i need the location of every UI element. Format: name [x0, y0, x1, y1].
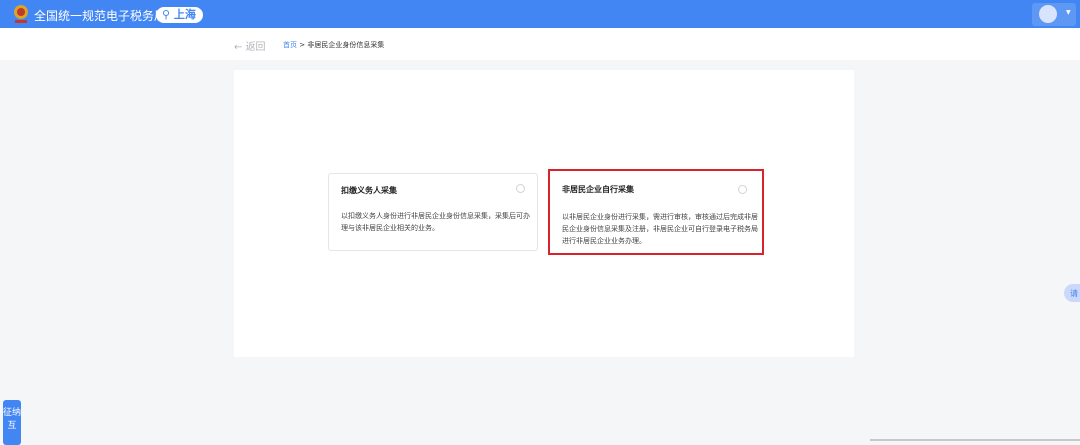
floating-service-tab[interactable]: 征纳互: [3, 400, 21, 445]
back-label: 返回: [245, 42, 266, 53]
option-description: 以扣缴义务人身份进行非居民企业身份信息采集，采集后可办理与该非居民企业相关的业务…: [341, 212, 530, 232]
option-radio[interactable]: [516, 184, 525, 193]
breadcrumb-current: 非居民企业身份信息采集: [307, 41, 385, 49]
option-radio[interactable]: [738, 185, 747, 194]
tax-emblem-logo: [14, 5, 28, 23]
city-selector[interactable]: ⚲ 上海: [156, 7, 203, 23]
breadcrumb: 首页 > 非居民企业身份信息采集: [283, 40, 384, 50]
chevron-down-icon: ▼: [1066, 9, 1071, 16]
location-icon: ⚲: [162, 8, 174, 21]
option-description: 以非居民企业身份进行采集，需进行审核，审核通过后完成非居民企业身份信息采集及注册…: [562, 213, 758, 245]
user-menu[interactable]: ▼: [1032, 3, 1076, 26]
city-label: 上海: [173, 8, 196, 21]
user-avatar-icon: [1039, 5, 1057, 23]
arrow-left-icon: ←: [234, 42, 246, 53]
option-title: 非居民企业自行采集: [562, 185, 634, 194]
back-button[interactable]: ← 返回: [234, 38, 266, 53]
breadcrumb-separator: >: [299, 41, 306, 49]
site-title: 全国统一规范电子税务局: [34, 9, 167, 23]
floating-help-tab[interactable]: 请: [1064, 284, 1080, 302]
breadcrumb-bar: ← 返回 首页 > 非居民企业身份信息采集: [0, 28, 1080, 60]
breadcrumb-home[interactable]: 首页: [283, 41, 297, 49]
option-withholding-agent[interactable]: 扣缴义务人采集 以扣缴义务人身份进行非居民企业身份信息采集，采集后可办理与该非居…: [328, 173, 538, 251]
option-self-collection[interactable]: 非居民企业自行采集 以非居民企业身份进行采集，需进行审核，审核通过后完成非居民企…: [548, 169, 764, 255]
top-header: 全国统一规范电子税务局 ⚲ 上海 ▼: [0, 0, 1080, 28]
option-title: 扣缴义务人采集: [341, 186, 397, 195]
